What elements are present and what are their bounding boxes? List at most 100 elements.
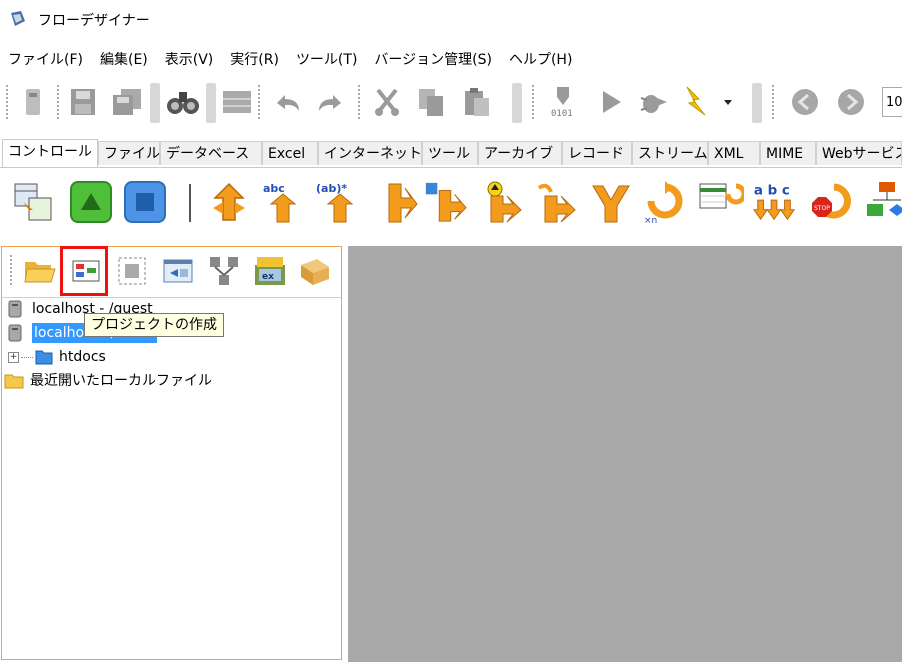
branch-arrow-icon [213, 182, 245, 221]
compile-button[interactable]: 0101 [544, 83, 582, 121]
save-all-button[interactable] [108, 83, 146, 121]
examples-button[interactable]: ex [252, 253, 288, 289]
binary-compile-icon: 0101 [551, 87, 573, 119]
tab-archive[interactable]: アーカイブ [478, 141, 562, 165]
palette-case[interactable] [374, 179, 420, 225]
binoculars-icon [167, 92, 199, 114]
expand-icon[interactable]: + [8, 351, 19, 363]
palette-parallel[interactable] [532, 179, 578, 225]
regex-branch-icon: (ab)* [316, 182, 354, 223]
stop-loop-icon: STOP [812, 183, 851, 219]
save-button[interactable] [64, 83, 102, 121]
paste-icon [465, 88, 489, 116]
new-file-button[interactable] [14, 83, 52, 121]
toolbar-grip-4[interactable] [358, 85, 364, 119]
tab-record[interactable]: レコード [562, 141, 632, 165]
forward-arrow-icon [838, 89, 864, 115]
svg-text:a b c: a b c [754, 183, 790, 198]
menu-run[interactable]: 実行(R) [222, 49, 288, 69]
chevron-down-icon [724, 100, 732, 105]
toolbar-grip-6[interactable] [772, 85, 778, 119]
execute-button[interactable] [676, 83, 714, 121]
forward-button[interactable] [832, 83, 870, 121]
main-toolbar: 0101 [0, 75, 902, 131]
import-button[interactable] [160, 253, 196, 289]
format-button[interactable] [218, 83, 256, 121]
svg-text:STOP: STOP [814, 205, 830, 212]
tab-database[interactable]: データベース [160, 141, 262, 165]
tree-node-label: htdocs [59, 349, 106, 365]
toolbar-separator [512, 83, 522, 123]
tab-control[interactable]: コントロール [2, 139, 98, 167]
tooltip: プロジェクトの作成 [84, 313, 224, 337]
tab-xml[interactable]: XML [708, 141, 760, 165]
toolbar-separator [150, 83, 160, 123]
menu-tools[interactable]: ツール(T) [288, 49, 366, 69]
app-logo-icon [11, 11, 25, 26]
merge-arrow-icon [592, 185, 630, 223]
menu-file[interactable]: ファイル(F) [0, 49, 92, 69]
toolbar-grip[interactable] [6, 85, 12, 119]
explorer-toolbar-grip[interactable] [10, 255, 16, 285]
server-icon [8, 324, 22, 342]
abc-loop-icon: a b c [752, 183, 796, 221]
palette-type-branch[interactable] [422, 179, 468, 225]
svg-text:×n: ×n [644, 216, 657, 225]
palette-table-loop[interactable] [698, 179, 744, 225]
archive-button[interactable] [296, 253, 332, 289]
copy-button[interactable] [412, 83, 450, 121]
execute-dropdown[interactable] [718, 83, 738, 121]
menu-edit[interactable]: 編集(E) [92, 49, 157, 69]
tab-stream[interactable]: ストリーム [632, 141, 708, 165]
tree-node-recent-files[interactable]: 最近開いたローカルファイル [4, 371, 212, 391]
open-folder-button[interactable] [22, 253, 58, 289]
palette-subflow[interactable] [862, 179, 902, 225]
palette-exception-branch[interactable] [478, 179, 524, 225]
debug-button[interactable] [634, 83, 672, 121]
back-button[interactable] [786, 83, 824, 121]
paste-button[interactable] [458, 83, 496, 121]
folder-open-icon [24, 262, 56, 283]
palette-mapper[interactable] [10, 179, 56, 225]
end-square-icon [124, 181, 166, 223]
palette-end[interactable] [122, 179, 168, 225]
design-canvas[interactable] [348, 246, 902, 662]
tab-mime[interactable]: MIME [760, 141, 816, 165]
structure-button[interactable] [206, 253, 242, 289]
tree-node-htdocs[interactable]: + htdocs [8, 347, 106, 367]
menu-help[interactable]: ヘルプ(H) [501, 49, 581, 69]
server-icon [8, 300, 22, 318]
zoom-input[interactable]: 10 [882, 87, 902, 117]
toolbar-grip-3[interactable] [258, 85, 264, 119]
puzzle-branch-icon [425, 182, 467, 222]
palette-merge[interactable] [588, 179, 634, 225]
palette-stop-loop[interactable]: STOP [808, 179, 854, 225]
run-button[interactable] [592, 83, 630, 121]
palette-loop[interactable]: ×n [642, 179, 688, 225]
menu-version-control[interactable]: バージョン管理(S) [366, 49, 501, 69]
tab-web-service[interactable]: Webサービス [816, 141, 902, 165]
menu-view[interactable]: 表示(V) [157, 49, 223, 69]
toolbar-grip-5[interactable] [532, 85, 538, 119]
select-button[interactable] [114, 253, 150, 289]
cut-button[interactable] [368, 83, 406, 121]
redo-button[interactable] [312, 83, 350, 121]
palette-string-match[interactable]: abc [260, 179, 306, 225]
toolbar-separator [206, 83, 216, 123]
palette-string-loop[interactable]: a b c [752, 179, 798, 225]
grid-icon [223, 91, 251, 113]
tab-file[interactable]: ファイル [98, 141, 160, 165]
tree-node-label: 最近開いたローカルファイル [30, 373, 212, 389]
palette-regex-match[interactable]: (ab)* [316, 179, 362, 225]
tab-tools[interactable]: ツール [422, 141, 478, 165]
toolbar-grip-2[interactable] [57, 85, 63, 119]
palette-start[interactable] [68, 179, 114, 225]
up-arrow-branch-icon [487, 181, 522, 223]
undo-button[interactable] [268, 83, 306, 121]
find-button[interactable] [164, 83, 202, 121]
tab-internet[interactable]: インターネット [318, 141, 422, 165]
tab-excel[interactable]: Excel [262, 141, 318, 165]
palette-condition[interactable] [206, 179, 252, 225]
hierarchy-icon [210, 257, 238, 285]
bug-icon [640, 95, 667, 113]
